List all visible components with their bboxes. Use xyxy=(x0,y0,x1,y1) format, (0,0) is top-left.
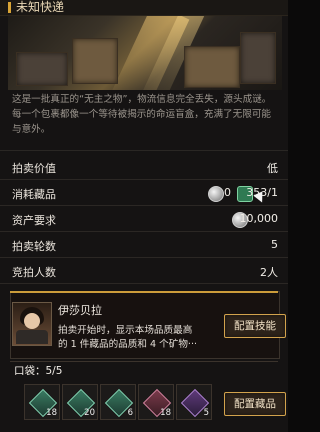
row-bidder-count: 竞拍人数 2人 xyxy=(0,259,288,284)
row-auction-rounds: 拍卖轮数 5 xyxy=(0,233,288,258)
row-value: 5 xyxy=(271,238,278,251)
slot-count: 5 xyxy=(203,408,209,418)
bag-slot[interactable]: 5 xyxy=(176,384,212,420)
character-skill-desc-line: 拍卖开始时，显示本场品质最高 xyxy=(58,325,193,336)
configure-skills-button[interactable]: 配置技能 xyxy=(224,314,286,338)
character-name: 伊莎贝拉 xyxy=(58,304,102,317)
row-label: 消耗藏品 xyxy=(12,188,56,201)
auction-panel: 未知快递 这是一批真正的“无主之物”，物流信息完全丢失，源头成谜。每一个包裹都像… xyxy=(0,0,288,432)
panel-header: 未知快递 xyxy=(0,0,288,16)
silver-coin-icon xyxy=(208,186,224,202)
row-value: 低 xyxy=(267,162,278,175)
row-value: 10,000 xyxy=(239,212,279,225)
character-skill-desc: 拍卖开始时，显示本场品质最高 的 1 件藏品的品质和 4 个矿物··· xyxy=(58,324,218,352)
row-value: 2人 xyxy=(260,266,278,279)
bag-count: 口袋：5/5 xyxy=(14,365,63,377)
configure-items-button[interactable]: 配置藏品 xyxy=(224,392,286,416)
row-consume-items: 消耗藏品 0 353/1 xyxy=(0,181,288,206)
crate xyxy=(16,52,68,86)
slot-count: 20 xyxy=(84,408,95,418)
character-skill-desc-line: 的 1 件藏品的品质和 4 个矿物··· xyxy=(58,339,198,350)
page-title: 未知快递 xyxy=(16,0,65,14)
header-accent-bar xyxy=(8,2,11,13)
avatar[interactable] xyxy=(12,302,52,346)
crate xyxy=(240,32,276,84)
row-auction-value: 拍卖价值 低 xyxy=(0,155,288,180)
row-asset-requirement: 资产要求 10,000 xyxy=(0,207,288,232)
bag-slot[interactable]: 18 xyxy=(24,384,60,420)
crate xyxy=(184,46,240,88)
row-label: 竞拍人数 xyxy=(12,266,56,279)
bag-slot[interactable]: 6 xyxy=(100,384,136,420)
item-description: 这是一批真正的“无主之物”，物流信息完全丢失，源头成谜。每一个包裹都像一个等待被… xyxy=(12,94,272,135)
bag-slot[interactable]: 18 xyxy=(138,384,174,420)
bag-slot[interactable]: 20 xyxy=(62,384,98,420)
avatar-face xyxy=(24,313,40,329)
avatar-body xyxy=(16,330,48,344)
crate xyxy=(72,38,118,84)
character-card-accent xyxy=(10,291,278,293)
row-label: 拍卖价值 xyxy=(12,162,56,175)
row-label: 拍卖轮数 xyxy=(12,240,56,253)
section-divider xyxy=(0,150,288,151)
warehouse-banner-image xyxy=(8,16,282,90)
consume-left-value: 0 xyxy=(224,186,231,199)
slot-count: 18 xyxy=(160,408,171,418)
slot-count: 6 xyxy=(127,408,133,418)
row-label: 资产要求 xyxy=(12,214,56,227)
slot-count: 18 xyxy=(46,408,57,418)
